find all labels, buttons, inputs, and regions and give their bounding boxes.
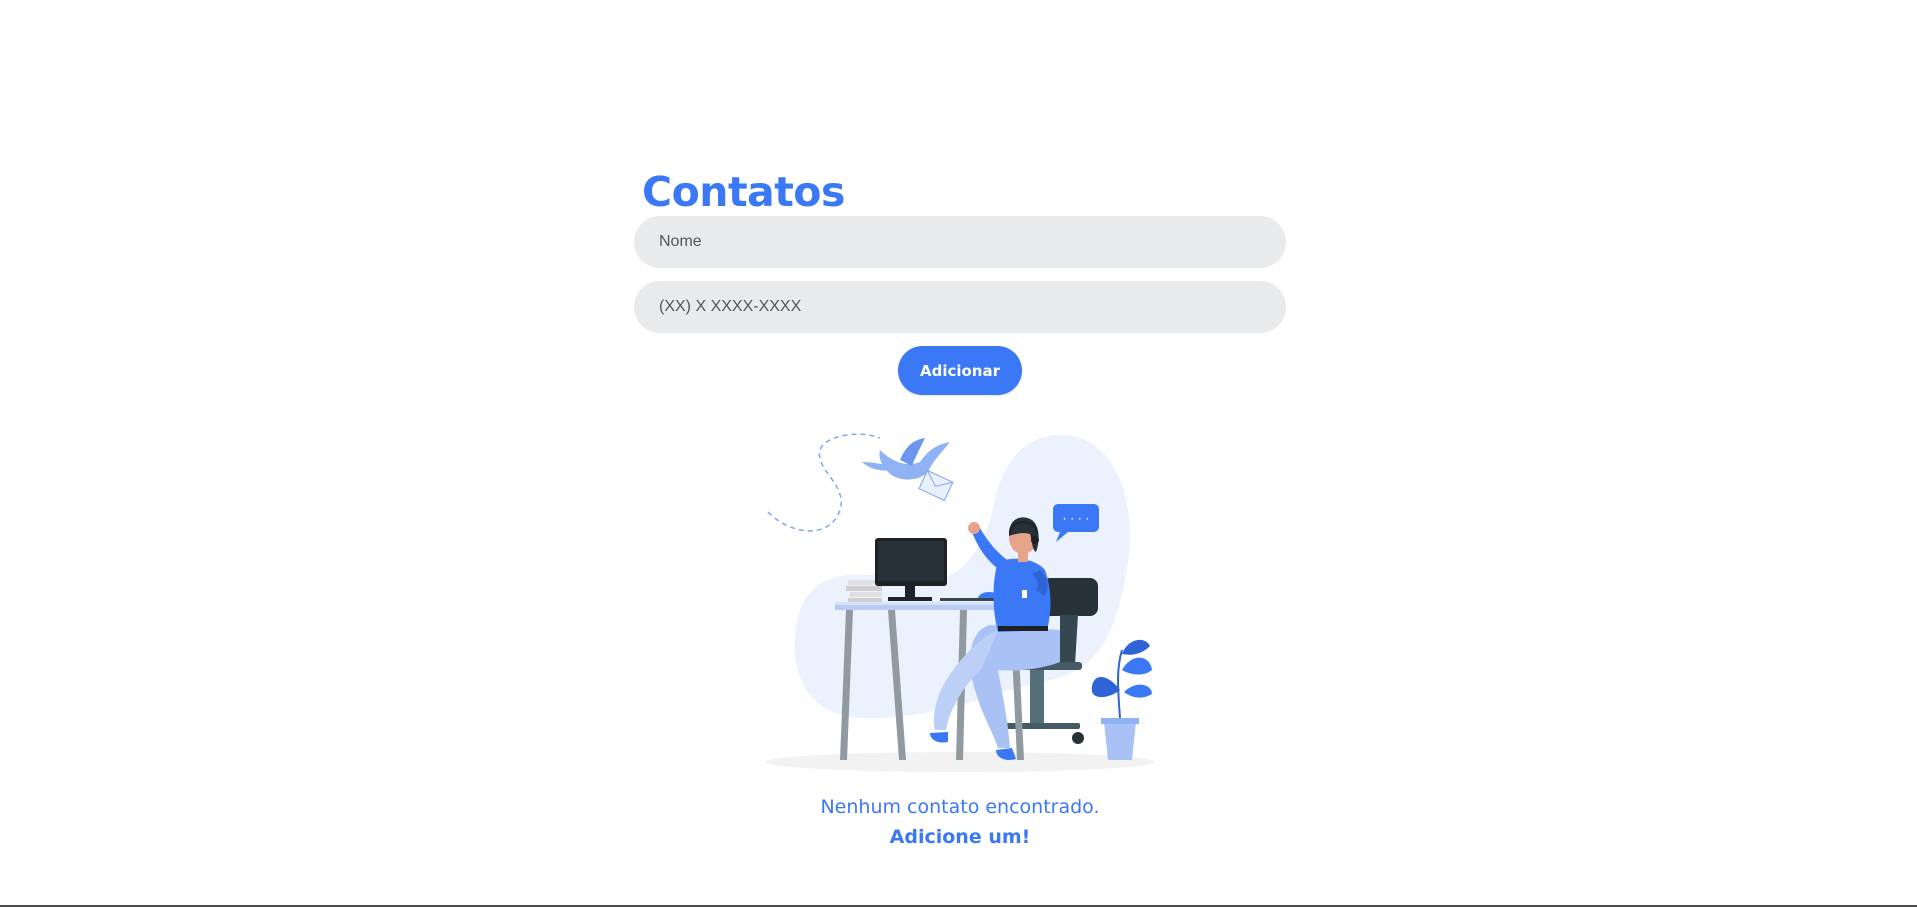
page: Contatos Adicionar · · · · <box>0 0 1917 907</box>
office-worker-phone-illustration: · · · · <box>765 433 1155 772</box>
button-row: Adicionar <box>634 346 1286 395</box>
bird-icon <box>862 438 954 502</box>
contacts-form: Contatos Adicionar <box>634 168 1286 395</box>
empty-state-message: Nenhum contato encontrado. Adicione um! <box>634 792 1286 852</box>
potted-plant <box>1091 639 1152 760</box>
dashed-path <box>767 433 881 532</box>
page-title: Contatos <box>642 168 845 216</box>
add-button[interactable]: Adicionar <box>898 346 1022 395</box>
empty-state-text: Nenhum contato encontrado. <box>820 796 1100 818</box>
empty-state-cta: Adicione um! <box>889 826 1031 848</box>
name-input[interactable] <box>634 216 1286 268</box>
bubble-dots: · · · · <box>1063 512 1090 526</box>
phone-input[interactable] <box>634 281 1286 333</box>
